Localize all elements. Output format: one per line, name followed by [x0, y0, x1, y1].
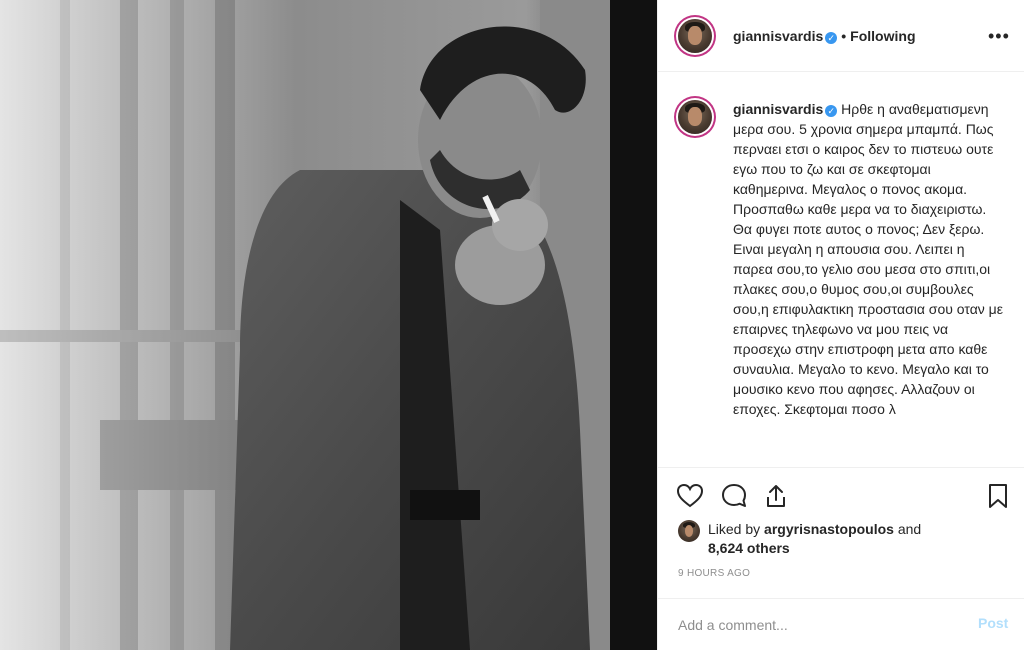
- comment-box: Post: [658, 598, 1024, 650]
- caption-area: giannisvardis ✓ Ηρθε η αναθεματισμενη μερ…: [658, 73, 1024, 467]
- bookmark-icon[interactable]: [984, 482, 1012, 510]
- caption: giannisvardis ✓ Ηρθε η αναθεματισμενη μερ…: [733, 99, 1003, 419]
- author-info: giannisvardis ✓ • Following: [733, 28, 916, 44]
- caption-avatar[interactable]: [678, 100, 712, 134]
- post-timestamp[interactable]: 9 HOURS AGO: [678, 568, 750, 579]
- author-username[interactable]: giannisvardis: [733, 28, 823, 44]
- likes-others[interactable]: 8,624 others: [708, 540, 790, 556]
- verified-badge-icon: ✓: [825, 32, 838, 44]
- author-avatar[interactable]: [678, 19, 712, 53]
- heart-icon[interactable]: [676, 482, 704, 510]
- comment-input[interactable]: [678, 615, 958, 635]
- post-side-panel: giannisvardis ✓ • Following ••• giannisvard…: [657, 0, 1024, 650]
- photo-illustration: [0, 0, 657, 650]
- liker-username[interactable]: argyrisnastopoulos: [764, 521, 894, 537]
- post-actions: Liked by argyrisnastopoulos and 8,624 ot…: [658, 467, 1024, 582]
- following-button[interactable]: Following: [850, 28, 915, 44]
- post-comment-button[interactable]: Post: [978, 615, 1008, 631]
- likes-prefix: Liked by: [708, 521, 761, 537]
- caption-username[interactable]: giannisvardis: [733, 101, 823, 117]
- post-header: giannisvardis ✓ • Following •••: [658, 0, 1024, 72]
- likes-text: Liked by argyrisnastopoulos and 8,624 ot…: [708, 520, 988, 558]
- verified-badge-icon: ✓: [825, 105, 838, 117]
- separator: •: [841, 28, 847, 44]
- caption-text: Ηρθε η αναθεματισμενη μερα σου. 5 χρονια…: [733, 101, 1003, 417]
- likes-and: and: [897, 521, 922, 537]
- more-options-icon[interactable]: •••: [988, 26, 1010, 47]
- comment-icon[interactable]: [720, 482, 748, 510]
- liker-avatar[interactable]: [678, 520, 700, 542]
- post-photo[interactable]: [0, 0, 657, 650]
- share-icon[interactable]: [762, 482, 790, 510]
